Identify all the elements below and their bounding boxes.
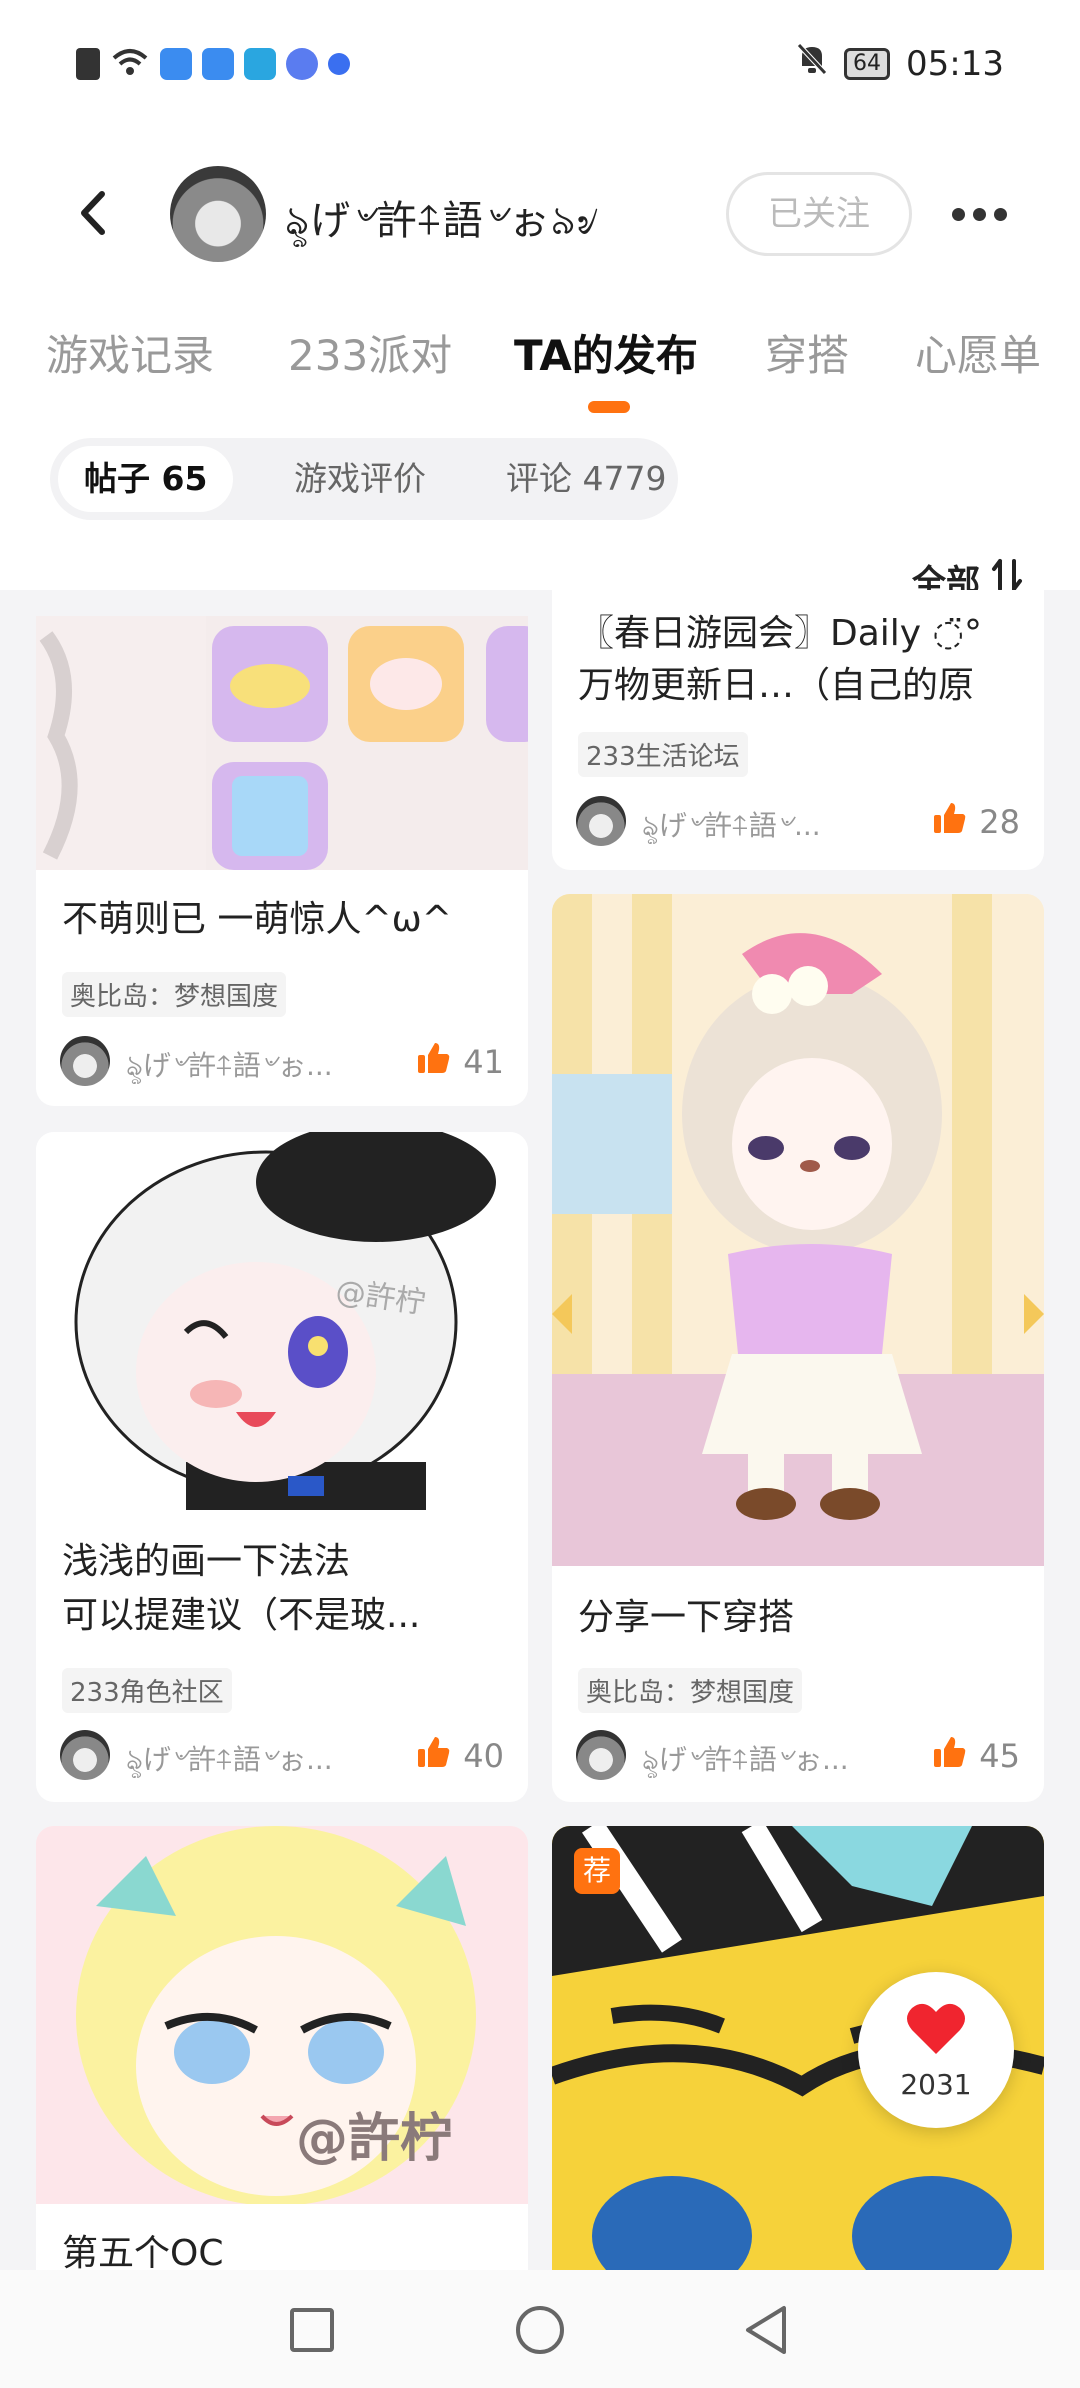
battery-indicator: 64	[844, 47, 891, 80]
post-title: 第五个OC	[62, 2233, 224, 2270]
home-circle-icon[interactable]	[510, 2300, 570, 2360]
post-topic-tag[interactable]: 奥比岛：梦想国度	[578, 1668, 803, 1713]
tab-outfits[interactable]: 穿搭	[765, 322, 849, 383]
profile-header: ৡげ৺許⍏語৺ぉ৯৶ 已关注	[0, 150, 1080, 280]
username: ৡげ৺許⍏語৺ぉ৯৶	[285, 198, 600, 244]
app-notification-icon	[202, 48, 234, 80]
like-count-value: 28	[979, 803, 1020, 841]
tab-posts[interactable]: TA的发布	[514, 322, 698, 383]
clock: 05:13	[906, 43, 1004, 84]
like-count-value: 41	[463, 1043, 504, 1081]
like-count[interactable]: 41	[415, 1040, 504, 1084]
post-image: @許柠	[36, 1132, 528, 1522]
post-card[interactable]: 分享一下穿搭 奥比岛：梦想国度 ৡげ৺許⍏語৺ぉ... 45	[552, 894, 1044, 1802]
thumbs-up-icon	[931, 1734, 967, 1778]
post-image	[552, 894, 1044, 1566]
app-notification-icon	[244, 48, 276, 80]
active-tab-indicator	[588, 401, 630, 413]
subtab-comments[interactable]: 评论 4779	[480, 446, 692, 512]
recommended-badge: 荐	[574, 1848, 620, 1894]
alert-icon	[76, 48, 100, 80]
post-topic-tag[interactable]: 233生活论坛	[578, 732, 748, 777]
status-icons-right: 64 05:13	[796, 42, 1004, 85]
author-avatar	[60, 1730, 110, 1780]
post-author: ৡげ৺許⍏語৺...	[642, 809, 821, 842]
post-author: ৡげ৺許⍏語৺ぉ...	[126, 1049, 333, 1082]
post-card[interactable]: @許柠 浅浅的画一下法法 可以提建议（不是玻... 233角色社区 ৡげ৺許⍏語…	[36, 1132, 528, 1802]
app-notification-icon	[160, 48, 192, 80]
system-nav-bar	[0, 2270, 1080, 2388]
author-avatar	[60, 1036, 110, 1086]
post-title-line2: 可以提建议（不是玻...	[62, 1595, 421, 1636]
post-type-filter: 帖子 65 游戏评价 评论 4779	[50, 438, 678, 520]
floating-favorite-button[interactable]: 2031	[858, 1972, 1014, 2128]
like-count-value: 40	[463, 1737, 504, 1775]
post-title-line1: 浅浅的画一下法法	[62, 1541, 351, 1582]
post-card[interactable]: @許柠 第五个OC	[36, 1826, 528, 2270]
profile-tabs: 游戏记录 233派对 TA的发布 穿搭 心愿单	[0, 310, 1080, 420]
like-count-value: 45	[979, 1737, 1020, 1775]
like-count[interactable]: 45	[931, 1734, 1020, 1778]
back-arrow-icon[interactable]	[70, 188, 120, 238]
paw-icon	[328, 53, 350, 75]
back-triangle-icon[interactable]	[738, 2300, 798, 2360]
favorite-count: 2031	[900, 2068, 972, 2101]
subtab-posts[interactable]: 帖子 65	[58, 446, 234, 512]
image-watermark: @許柠	[296, 2109, 453, 2169]
follow-button[interactable]: 已关注	[726, 172, 912, 256]
mute-bell-icon	[796, 42, 828, 85]
post-image: @許柠	[36, 1826, 528, 2206]
post-topic-tag[interactable]: 奥比岛：梦想国度	[62, 972, 287, 1017]
post-title: 不萌则已 一萌惊人^ω^	[62, 899, 452, 940]
thumbs-up-icon	[415, 1734, 451, 1778]
like-count[interactable]: 28	[931, 800, 1020, 844]
music-icon	[286, 48, 318, 80]
avatar[interactable]	[170, 166, 266, 262]
author-avatar	[576, 796, 626, 846]
post-title: 分享一下穿搭	[578, 1597, 795, 1638]
post-card[interactable]: 不萌则已 一萌惊人^ω^ 奥比岛：梦想国度 ৡげ৺許⍏語৺ぉ... 41	[36, 616, 528, 1106]
thumbs-up-icon	[931, 800, 967, 844]
post-card[interactable]: 〖春日游园会〗Daily ◌̈° 万物更新日…（自己的原 233生活论坛 ৡげ৺…	[552, 590, 1044, 870]
post-topic-tag[interactable]: 233角色社区	[62, 1668, 232, 1713]
wifi-icon	[110, 46, 150, 82]
post-author: ৡげ৺許⍏語৺ぉ...	[126, 1743, 333, 1776]
post-author: ৡげ৺許⍏語৺ぉ...	[642, 1743, 849, 1776]
tab-game-records[interactable]: 游戏记录	[46, 322, 214, 383]
post-title-line2: 万物更新日…（自己的原	[578, 665, 975, 706]
tab-wishlist[interactable]: 心愿单	[915, 322, 1041, 383]
like-count[interactable]: 40	[415, 1734, 504, 1778]
more-options-icon[interactable]	[952, 208, 1007, 221]
thumbs-up-icon	[415, 1040, 451, 1084]
post-image	[36, 616, 528, 870]
recents-square-icon[interactable]	[282, 2300, 342, 2360]
status-icons-left	[76, 46, 350, 82]
subtab-game-reviews[interactable]: 游戏评价	[268, 446, 452, 512]
status-bar: 64 05:13	[0, 0, 1080, 130]
tab-233-party[interactable]: 233派对	[288, 322, 452, 383]
post-title-line1: 〖春日游园会〗Daily ◌̈°	[578, 613, 982, 654]
author-avatar	[576, 1730, 626, 1780]
heart-icon	[906, 2000, 966, 2060]
